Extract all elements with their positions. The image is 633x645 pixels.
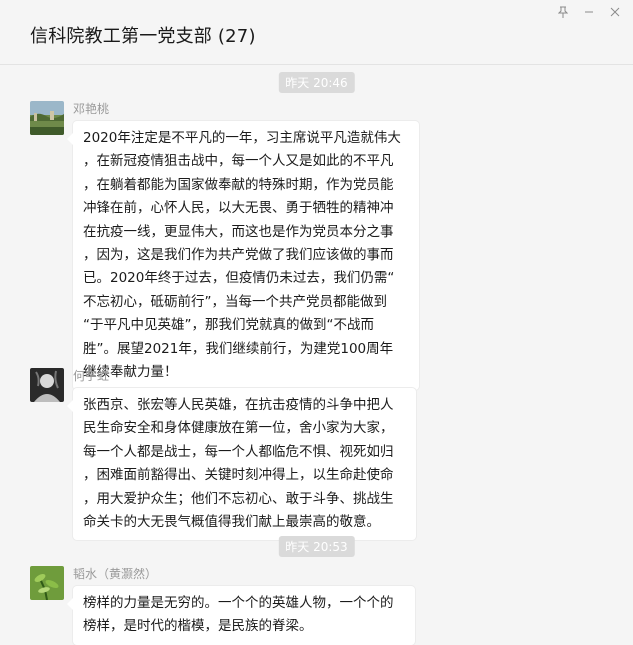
message-line: 2020年注定是不平凡的一年，习主席说平凡造就伟大 [83,130,401,146]
plant-avatar[interactable] [30,566,64,600]
message-line: 张西京、张宏等人民英雄，在抗击疫情的斗争中把人 [83,397,394,413]
message-line: 已。2020年终于过去，但疫情仍未过去，我们仍需“ [83,270,395,287]
message-line: ，用大爱护众生；他们不忘初心、敢于斗争、挑战生 [83,490,394,507]
timestamp: 昨天 20:46 [278,72,355,93]
message-line: 每一个人都是战士，每一个人都临危不惧、视死如归 [83,443,394,460]
title-bar: 信科院教工第一党支部 (27) [0,0,633,65]
portrait-avatar[interactable] [30,368,64,402]
pin-icon[interactable] [553,4,573,20]
landscape-avatar[interactable] [30,101,64,135]
message-line: ，困难面前豁得出、关键时刻冲得上，以生命赴使命 [83,467,394,484]
message-line: 继续奉献力量！ [83,364,178,381]
message-line: 冲锋在前，心怀人民，以大无畏、勇于牺牲的精神冲 [83,200,394,217]
message-line: ，因为，这是我们作为共产党做了我们应该做的事而 [83,247,394,264]
message-bubble[interactable]: 张西京、张宏等人民英雄，在抗击疫情的斗争中把人 民生命安全和身体健康放在第一位，… [67,388,416,541]
message-line: 榜样，是时代的楷模，是民族的脊梁。 [83,618,313,635]
minimize-icon[interactable] [579,4,599,20]
message-bubble[interactable]: 榜样的力量是无穷的。一个个的英雄人物，一个个的 榜样，是时代的楷模，是民族的脊梁… [67,586,415,645]
message-line: 民生命安全和身体健康放在第一位，舍小家为大家， [83,420,394,437]
message-line: 在抗疫一线，更显伟大，而这也是作为党员本分之事 [83,223,394,240]
message-bubble[interactable]: 2020年注定是不平凡的一年，习主席说平凡造就伟大 ，在新冠疫情狙击战中，每一个… [67,121,419,391]
message-line: 不忘初心，砥砺前行”，当每一个共产党员都能做到 [83,293,387,310]
sender-name: 何宇虹 [73,369,110,383]
window-controls [553,4,625,20]
chat-title: 信科院教工第一党支部 (27) [30,26,256,47]
sender-name: 韬水（黄灏然） [73,567,158,581]
message-line: 榜样的力量是无穷的。一个个的英雄人物，一个个的 [83,595,394,611]
close-icon[interactable] [605,4,625,20]
message-line: 胜”。展望2021年，我们继续前行，为建党100周年 [83,340,394,357]
chat-messages[interactable]: 昨天 20:46 邓艳桃 2020年注定是不平凡的一年，习主席说平凡造就伟大 ，… [0,65,633,645]
message-line: 命关卡的大无畏气概值得我们献上最崇高的敬意。 [83,514,380,531]
message-line: “于平凡中见英雄”，那我们党就真的做到“不战而 [83,317,374,334]
message-line: ，在躺着都能为国家做奉献的特殊时期，作为党员能 [83,176,394,193]
sender-name: 邓艳桃 [73,102,110,116]
timestamp: 昨天 20:53 [278,536,355,557]
message-line: ，在新冠疫情狙击战中，每一个人又是如此的不平凡 [83,153,394,170]
